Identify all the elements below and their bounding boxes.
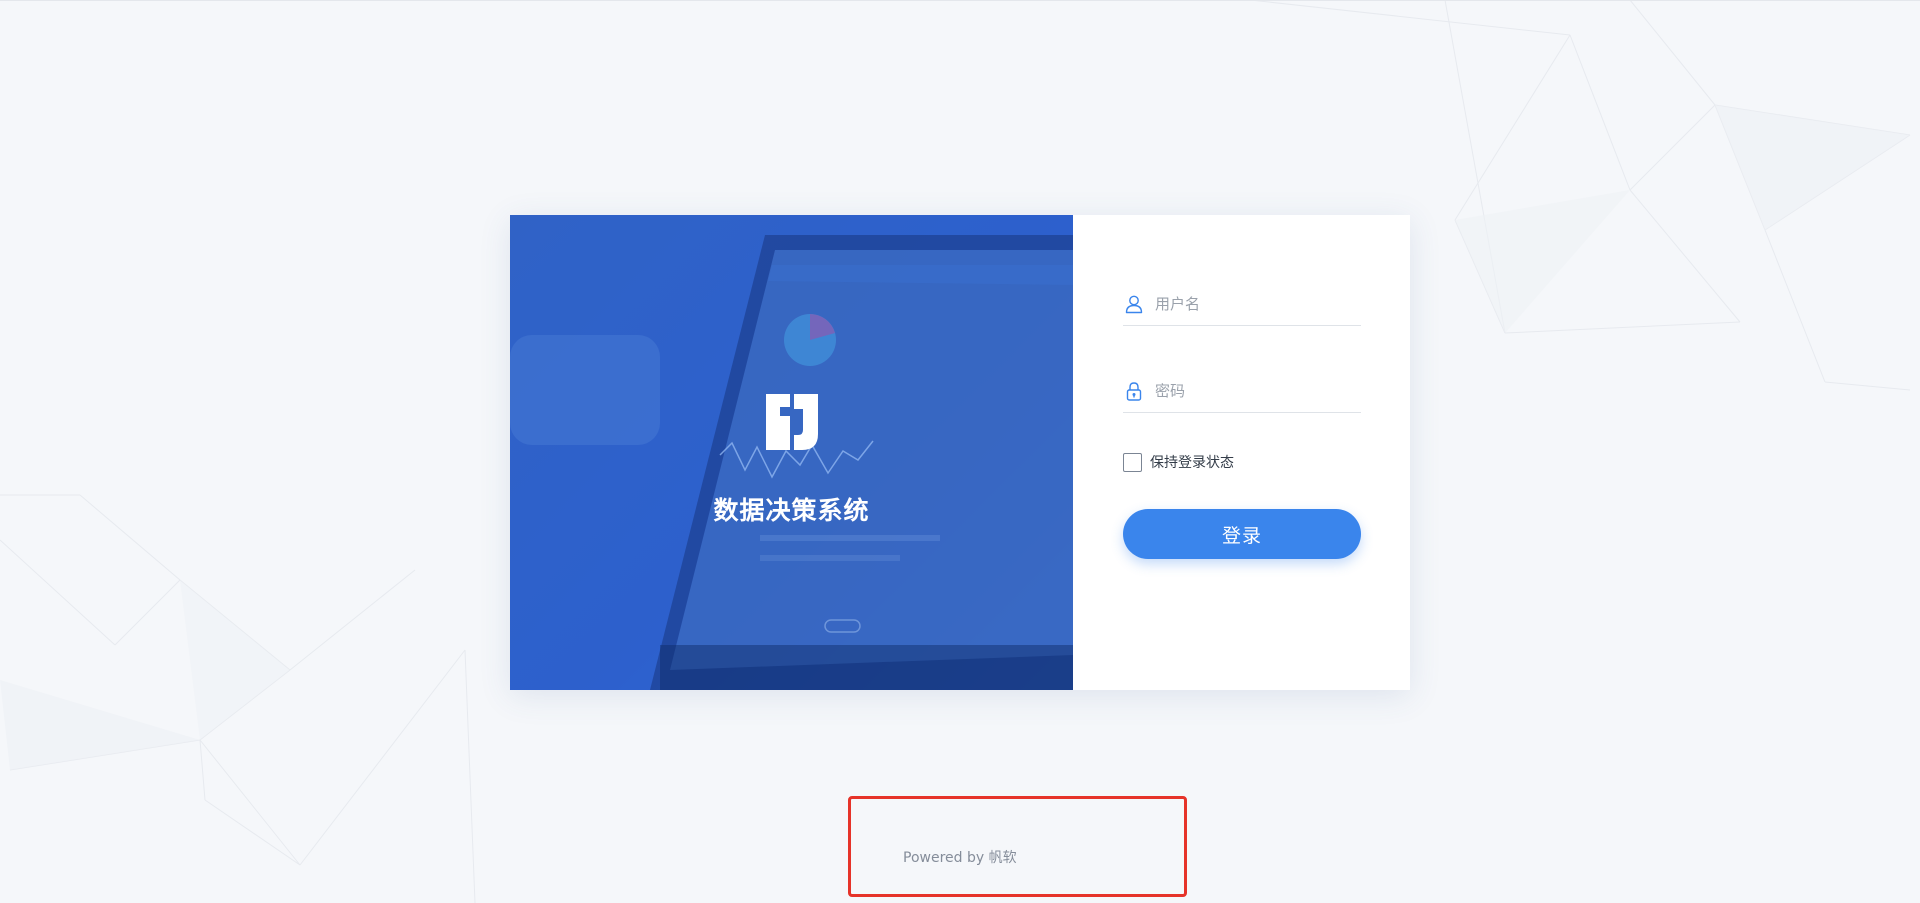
footer-highlight-box <box>848 796 1187 897</box>
top-border <box>0 0 1920 1</box>
system-title: 数据决策系统 <box>713 496 870 525</box>
login-form: 保持登录状态 登录 <box>1073 215 1410 690</box>
remember-login-checkbox[interactable] <box>1123 452 1142 472</box>
fanruan-logo-icon <box>766 394 818 450</box>
remember-login-label: 保持登录状态 <box>1150 455 1234 471</box>
lock-icon <box>1126 382 1142 401</box>
remember-login-option[interactable]: 保持登录状态 <box>1123 451 1234 473</box>
login-card: 数据决策系统 保持登录状态 登录 <box>510 215 1410 690</box>
login-button[interactable]: 登录 <box>1123 509 1361 559</box>
username-input[interactable] <box>1155 292 1355 316</box>
username-field <box>1123 285 1361 326</box>
user-icon <box>1125 295 1143 314</box>
password-input[interactable] <box>1155 379 1355 403</box>
powered-by-footer: Powered by 帆软 <box>903 850 1017 866</box>
hero-panel: 数据决策系统 <box>510 215 1073 690</box>
password-field <box>1123 372 1361 413</box>
